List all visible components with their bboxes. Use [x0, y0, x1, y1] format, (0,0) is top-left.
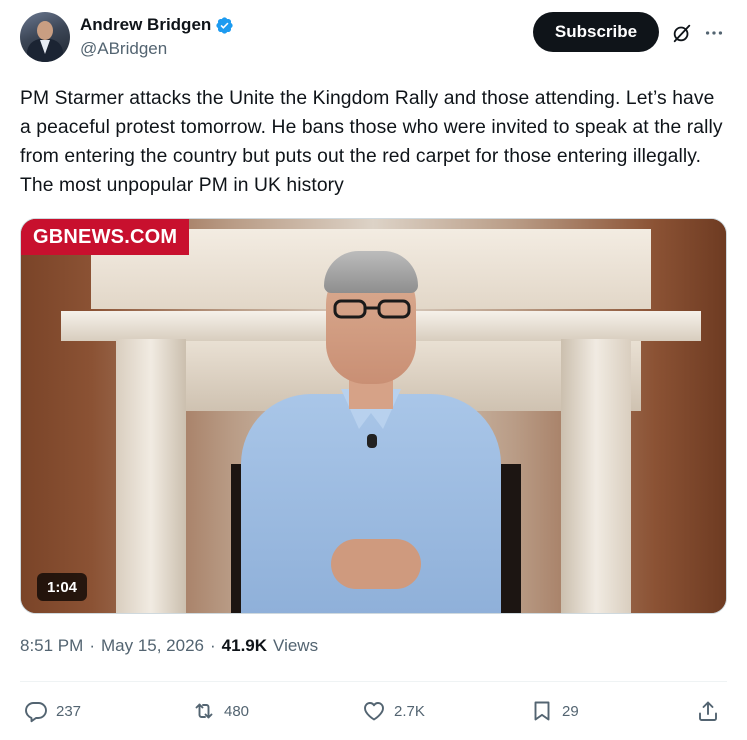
tweet-header: Andrew Bridgen @ABridgen Subscribe: [20, 12, 733, 64]
meta-separator: ·: [210, 636, 216, 655]
tweet-time[interactable]: 8:51 PM: [20, 636, 83, 656]
reply-count: 237: [56, 702, 82, 720]
views-count: 41.9K: [221, 636, 268, 655]
heart-icon: [364, 702, 384, 721]
more-icon[interactable]: [703, 22, 725, 44]
verified-badge-icon: [216, 16, 233, 34]
gbnews-watermark: GBNEWS.COM: [21, 219, 190, 255]
grok-icon[interactable]: [671, 22, 693, 44]
display-name-row: Andrew Bridgen: [80, 14, 234, 36]
share-icon: [699, 701, 717, 721]
video-player[interactable]: GBNEWS.COM 1:04: [20, 218, 727, 614]
reply-button[interactable]: 237: [24, 694, 81, 728]
author-info: Andrew Bridgen @ABridgen: [80, 14, 234, 59]
author-handle[interactable]: @ABridgen: [80, 39, 234, 59]
bookmark-button[interactable]: 29: [530, 694, 579, 728]
views-label: Views: [273, 636, 319, 655]
share-button[interactable]: [696, 694, 720, 728]
video-thumbnail: [21, 219, 726, 613]
avatar[interactable]: [20, 12, 70, 62]
reply-icon: [25, 702, 47, 723]
divider: [20, 681, 727, 682]
speaker-figure: [221, 249, 521, 613]
meta-separator: ·: [89, 636, 95, 655]
bookmark-icon: [534, 701, 550, 721]
action-bar: 237 480 2.7K 29: [20, 694, 727, 728]
video-duration: 1:04: [37, 573, 88, 601]
tweet-meta: 8:51 PM · May 15, 2026 · 41.9K Views: [20, 636, 318, 656]
like-count: 2.7K: [394, 702, 425, 720]
repost-button[interactable]: 480: [192, 694, 249, 728]
like-button[interactable]: 2.7K: [362, 694, 425, 728]
subscribe-button[interactable]: Subscribe: [533, 12, 659, 52]
repost-count: 480: [224, 702, 250, 720]
tweet-text: PM Starmer attacks the Unite the Kingdom…: [20, 88, 723, 196]
tweet-date[interactable]: May 15, 2026: [101, 636, 204, 656]
bookmark-count: 29: [562, 702, 579, 720]
display-name[interactable]: Andrew Bridgen: [80, 15, 211, 35]
repost-icon: [195, 703, 213, 719]
